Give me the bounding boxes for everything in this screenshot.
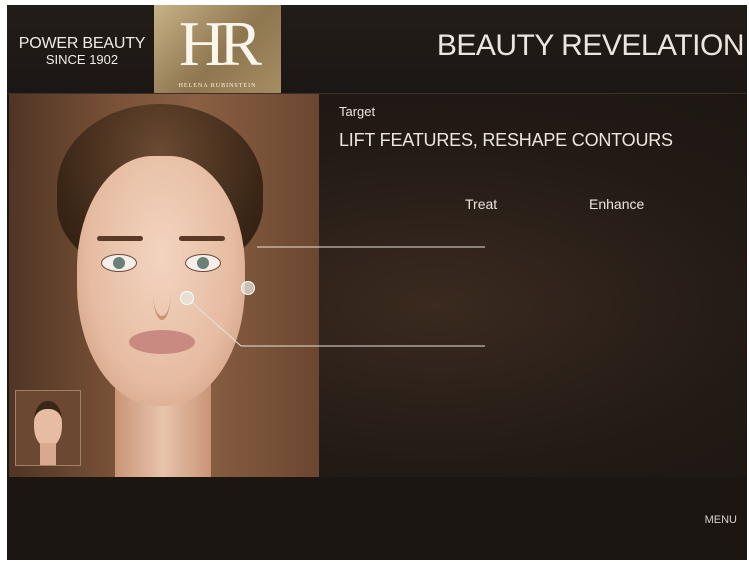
- callout-lines: [186, 246, 485, 347]
- tab-enhance[interactable]: Enhance: [589, 196, 644, 212]
- logo-name: HELENA RUBINSTEIN: [178, 83, 257, 89]
- app-frame: POWER BEAUTY SINCE 1902 HR HELENA RUBINS…: [7, 5, 747, 560]
- main-panel: Target LIFT FEATURES, RESHAPE CONTOURS T…: [7, 94, 747, 477]
- menu-button[interactable]: MENU: [705, 514, 737, 526]
- cheekbone-point[interactable]: [241, 281, 255, 295]
- header-bar: POWER BEAUTY SINCE 1902 HR HELENA RUBINS…: [7, 5, 747, 94]
- tagline-line-2: SINCE 1902: [45, 52, 119, 68]
- under-eye-point[interactable]: [180, 291, 194, 305]
- callout-line-diagonal: [186, 297, 242, 347]
- headline: LIFT FEATURES, RESHAPE CONTOURS: [339, 130, 673, 150]
- footer-bar: MENU: [7, 477, 747, 560]
- logo-monogram: HR: [179, 8, 262, 79]
- brand-logo[interactable]: HR HELENA RUBINSTEIN: [154, 5, 281, 93]
- page-title: BEAUTY REVELATION: [436, 29, 745, 62]
- tab-treat[interactable]: Treat: [465, 196, 497, 212]
- brand-tagline: POWER BEAUTY SINCE 1902: [13, 35, 151, 68]
- tagline-line-1: POWER BEAUTY: [18, 35, 146, 52]
- target-label: Target: [339, 104, 376, 119]
